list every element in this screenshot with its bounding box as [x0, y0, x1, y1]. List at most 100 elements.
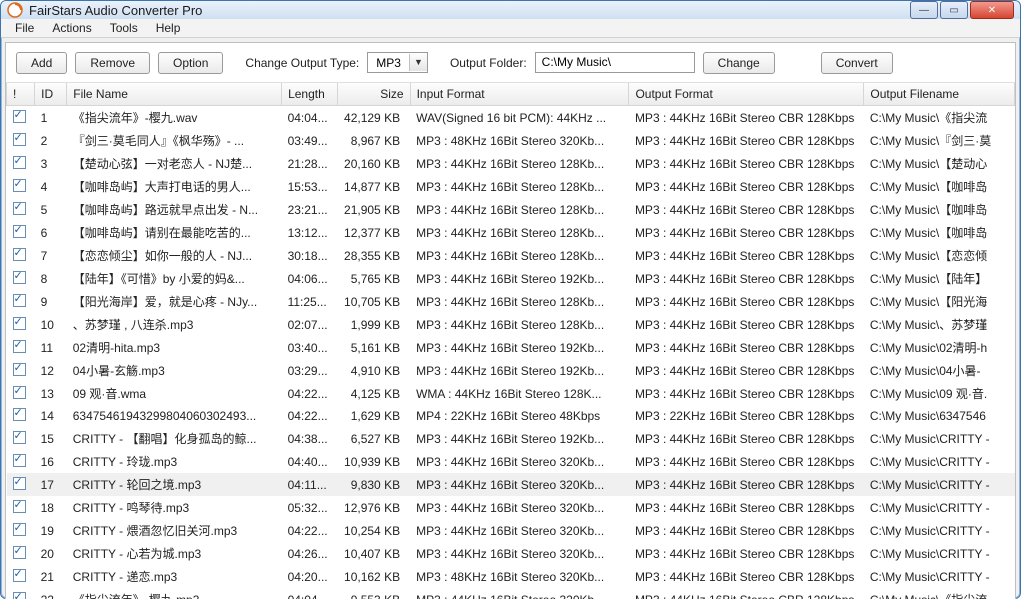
row-checkbox[interactable]	[7, 336, 35, 359]
row-output-format: MP3 : 44KHz 16Bit Stereo CBR 128Kbps	[629, 565, 864, 588]
row-checkbox[interactable]	[7, 405, 35, 427]
row-checkbox[interactable]	[7, 244, 35, 267]
checkbox-icon	[13, 156, 26, 169]
change-button[interactable]: Change	[703, 52, 775, 74]
row-id: 20	[35, 542, 67, 565]
row-checkbox[interactable]	[7, 519, 35, 542]
table-row[interactable]: 2『剑三·莫毛同人』《枫华殇》- ...03:49...8,967 KBMP3 …	[7, 129, 1015, 152]
table-row[interactable]: 4【咖啡岛屿】大声打电话的男人...15:53...14,877 KBMP3 :…	[7, 175, 1015, 198]
add-button[interactable]: Add	[16, 52, 67, 74]
output-folder-input[interactable]: C:\My Music\	[535, 52, 695, 73]
table-row[interactable]: 18CRITTY - 鸣琴待.mp305:32...12,976 KBMP3 :…	[7, 496, 1015, 519]
row-input-format: MP3 : 44KHz 16Bit Stereo 128Kb...	[410, 175, 629, 198]
row-checkbox[interactable]	[7, 542, 35, 565]
maximize-button[interactable]: ▭	[940, 1, 968, 19]
row-checkbox[interactable]	[7, 450, 35, 473]
col-check[interactable]: !	[7, 83, 35, 106]
row-checkbox[interactable]	[7, 588, 35, 599]
checkbox-icon	[13, 179, 26, 192]
table-row[interactable]: 1463475461943299804060302493...04:22...1…	[7, 405, 1015, 427]
row-filename: CRITTY - 【翻唱】化身孤岛的鲸...	[67, 427, 282, 450]
table-row[interactable]: 1102清明-hita.mp303:40...5,161 KBMP3 : 44K…	[7, 336, 1015, 359]
row-output-format: MP3 : 44KHz 16Bit Stereo CBR 128Kbps	[629, 336, 864, 359]
row-output-format: MP3 : 44KHz 16Bit Stereo CBR 128Kbps	[629, 519, 864, 542]
row-checkbox[interactable]	[7, 175, 35, 198]
col-length[interactable]: Length	[282, 83, 338, 106]
row-input-format: MP3 : 44KHz 16Bit Stereo 320Kb...	[410, 542, 629, 565]
table-row[interactable]: 6【咖啡岛屿】请别在最能吃苦的...13:12...12,377 KBMP3 :…	[7, 221, 1015, 244]
row-length: 04:11...	[282, 473, 338, 496]
col-output-filename[interactable]: Output Filename	[864, 83, 1015, 106]
table-row[interactable]: 20CRITTY - 心若为城.mp304:26...10,407 KBMP3 …	[7, 542, 1015, 565]
table-row[interactable]: 10、苏梦瑾 , 八连杀.mp302:07...1,999 KBMP3 : 44…	[7, 313, 1015, 336]
checkbox-icon	[13, 523, 26, 536]
row-size: 10,254 KB	[338, 519, 410, 542]
table-row[interactable]: 19CRITTY - 煨酒忽忆旧关河.mp304:22...10,254 KBM…	[7, 519, 1015, 542]
table-row[interactable]: 3【楚动心弦】一对老恋人 - NJ楚...21:28...20,160 KBMP…	[7, 152, 1015, 175]
option-button[interactable]: Option	[158, 52, 223, 74]
col-id[interactable]: ID	[35, 83, 67, 106]
row-checkbox[interactable]	[7, 106, 35, 130]
change-type-label: Change Output Type:	[245, 56, 359, 70]
row-size: 10,939 KB	[338, 450, 410, 473]
row-checkbox[interactable]	[7, 152, 35, 175]
menu-tools[interactable]: Tools	[102, 19, 146, 37]
output-type-select[interactable]: MP3 ▼	[367, 52, 428, 73]
row-checkbox[interactable]	[7, 382, 35, 405]
output-folder-label: Output Folder:	[450, 56, 527, 70]
row-checkbox[interactable]	[7, 565, 35, 588]
row-checkbox[interactable]	[7, 198, 35, 221]
table-row[interactable]: 21CRITTY - 递恋.mp304:20...10,162 KBMP3 : …	[7, 565, 1015, 588]
checkbox-icon	[13, 133, 26, 146]
row-checkbox[interactable]	[7, 267, 35, 290]
col-filename[interactable]: File Name	[67, 83, 282, 106]
table-row[interactable]: 1204小暑-玄觞.mp303:29...4,910 KBMP3 : 44KHz…	[7, 359, 1015, 382]
table-row[interactable]: 1309 观·音.wma04:22...4,125 KBWMA : 44KHz …	[7, 382, 1015, 405]
table-row[interactable]: 15CRITTY - 【翻唱】化身孤岛的鲸...04:38...6,527 KB…	[7, 427, 1015, 450]
table-row[interactable]: 16CRITTY - 玲珑.mp304:40...10,939 KBMP3 : …	[7, 450, 1015, 473]
row-checkbox[interactable]	[7, 221, 35, 244]
row-filename: CRITTY - 鸣琴待.mp3	[67, 496, 282, 519]
row-input-format: MP3 : 44KHz 16Bit Stereo 128Kb...	[410, 313, 629, 336]
row-filename: 【陆年】《可惜》by 小爱的妈&...	[67, 267, 282, 290]
menu-file[interactable]: File	[7, 19, 42, 37]
row-length: 23:21...	[282, 198, 338, 221]
row-checkbox[interactable]	[7, 473, 35, 496]
col-size[interactable]: Size	[338, 83, 410, 106]
row-checkbox[interactable]	[7, 496, 35, 519]
close-button[interactable]: ✕	[970, 1, 1014, 19]
table-row[interactable]: 5【咖啡岛屿】路远就早点出发 - N...23:21...21,905 KBMP…	[7, 198, 1015, 221]
row-checkbox[interactable]	[7, 359, 35, 382]
row-size: 1,999 KB	[338, 313, 410, 336]
row-checkbox[interactable]	[7, 290, 35, 313]
convert-button[interactable]: Convert	[821, 52, 893, 74]
row-output-format: MP3 : 44KHz 16Bit Stereo CBR 128Kbps	[629, 152, 864, 175]
file-grid[interactable]: ! ID File Name Length Size Input Format …	[6, 83, 1015, 599]
table-row[interactable]: 7【恋恋倾尘】如你一般的人 - NJ...30:18...28,355 KBMP…	[7, 244, 1015, 267]
row-length: 30:18...	[282, 244, 338, 267]
table-row[interactable]: 17CRITTY - 轮回之境.mp304:11...9,830 KBMP3 :…	[7, 473, 1015, 496]
remove-button[interactable]: Remove	[75, 52, 150, 74]
col-output-format[interactable]: Output Format	[629, 83, 864, 106]
row-output-filename: C:\My Music\CRITTY -	[864, 496, 1015, 519]
minimize-button[interactable]: —	[910, 1, 938, 19]
row-length: 03:29...	[282, 359, 338, 382]
col-input-format[interactable]: Input Format	[410, 83, 629, 106]
table-row[interactable]: 22《指尖流年》-樱九.mp304:04...9,553 KBMP3 : 44K…	[7, 588, 1015, 599]
table-row[interactable]: 1《指尖流年》-樱九.wav04:04...42,129 KBWAV(Signe…	[7, 106, 1015, 130]
menu-actions[interactable]: Actions	[44, 19, 99, 37]
titlebar[interactable]: FairStars Audio Converter Pro — ▭ ✕	[1, 1, 1020, 19]
row-checkbox[interactable]	[7, 427, 35, 450]
table-row[interactable]: 8【陆年】《可惜》by 小爱的妈&...04:06...5,765 KBMP3 …	[7, 267, 1015, 290]
row-output-filename: C:\My Music\CRITTY -	[864, 427, 1015, 450]
row-filename: CRITTY - 玲珑.mp3	[67, 450, 282, 473]
row-filename: CRITTY - 煨酒忽忆旧关河.mp3	[67, 519, 282, 542]
table-row[interactable]: 9【阳光海岸】爱，就是心疼 - NJy...11:25...10,705 KBM…	[7, 290, 1015, 313]
row-input-format: MP3 : 44KHz 16Bit Stereo 320Kb...	[410, 588, 629, 599]
row-checkbox[interactable]	[7, 129, 35, 152]
row-size: 9,553 KB	[338, 588, 410, 599]
menu-help[interactable]: Help	[148, 19, 189, 37]
row-id: 13	[35, 382, 67, 405]
row-checkbox[interactable]	[7, 313, 35, 336]
row-size: 10,162 KB	[338, 565, 410, 588]
